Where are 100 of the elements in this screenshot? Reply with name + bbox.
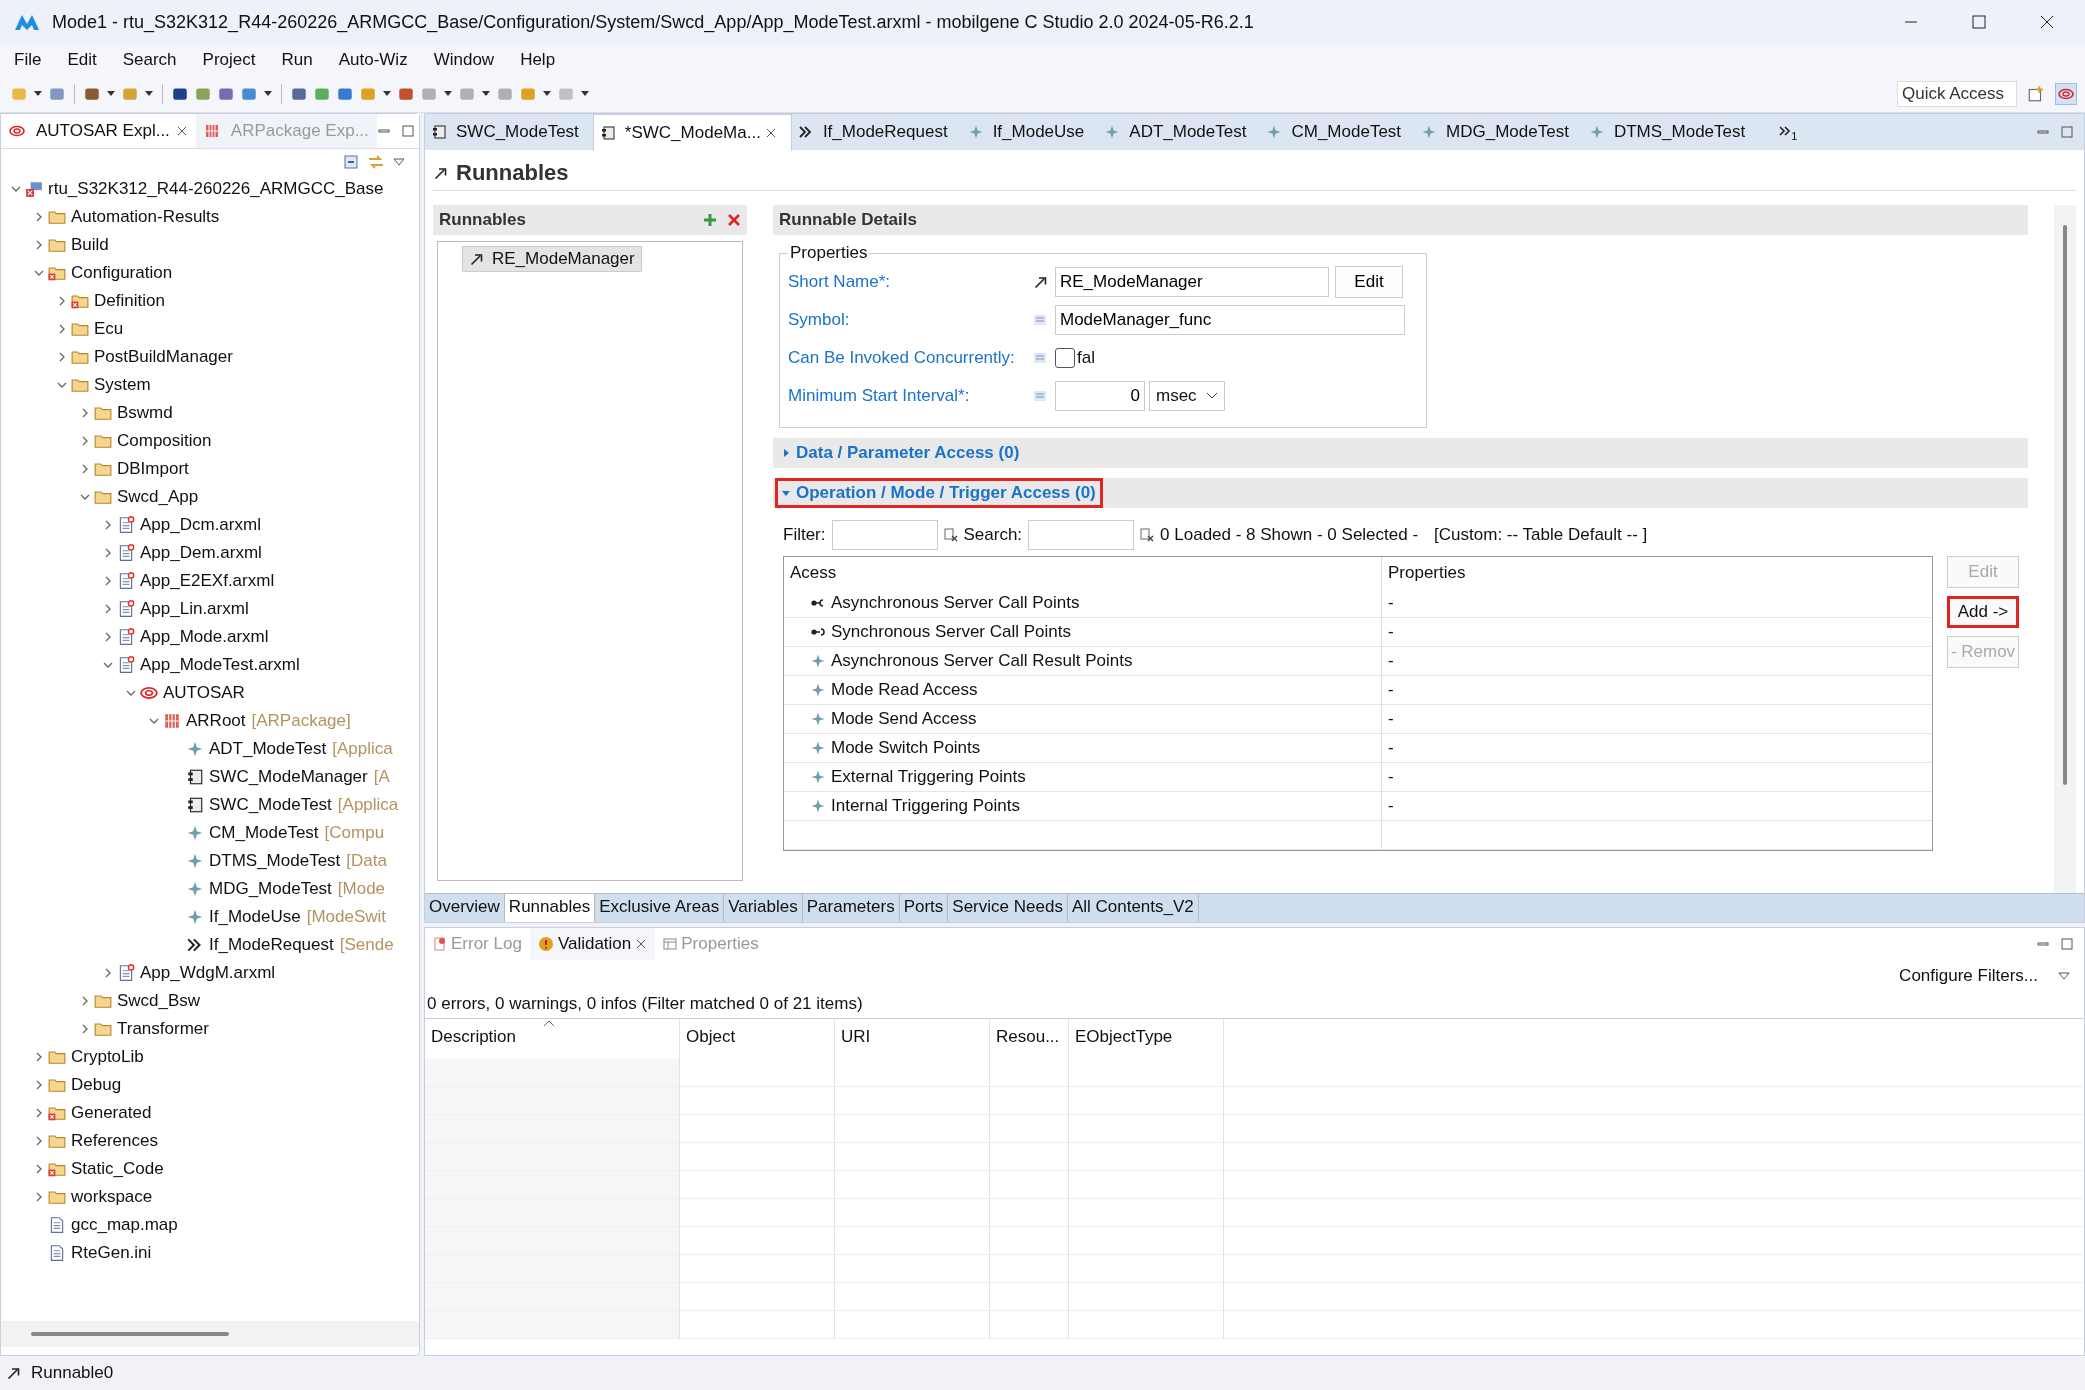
page-tab[interactable]: Ports (899, 894, 949, 922)
tree-item[interactable]: Automation-Results (71, 207, 220, 227)
tree-item[interactable]: Swcd_App (117, 487, 199, 507)
tree-item[interactable]: ARRoot (186, 711, 246, 731)
tree-item[interactable]: App_E2EXf.arxml (140, 571, 275, 591)
tree-item[interactable]: App_WdgM.arxml (140, 963, 276, 983)
close-icon[interactable] (2039, 14, 2055, 30)
filter-field[interactable] (831, 520, 938, 550)
editor-tab[interactable]: If_ModeRequest (791, 114, 962, 150)
caret-icon[interactable] (481, 90, 491, 98)
unit-dropdown[interactable]: msec (1149, 381, 1225, 411)
quick-access-field[interactable]: Quick Access (1897, 81, 2017, 107)
runnable-item[interactable]: RE_ModeManager (462, 246, 642, 272)
column-header[interactable]: Description (425, 1019, 680, 1059)
tree-item[interactable]: Transformer (117, 1019, 209, 1039)
editor-tab[interactable]: CM_ModeTest (1260, 114, 1416, 150)
caret-icon[interactable] (144, 90, 154, 98)
menu-item[interactable]: Project (202, 50, 256, 70)
view-menu-icon[interactable] (393, 157, 405, 167)
caret-icon[interactable] (580, 90, 590, 98)
clear-icon[interactable] (1140, 528, 1155, 542)
menu-item[interactable]: Search (122, 50, 177, 70)
menu-item[interactable]: Auto-Wiz (338, 50, 408, 70)
open-perspective-icon[interactable] (2027, 85, 2045, 103)
perspective-icon[interactable] (2055, 83, 2077, 105)
tree-item[interactable]: Composition (117, 431, 212, 451)
view-menu-icon[interactable] (2058, 971, 2070, 981)
close-icon[interactable] (175, 125, 188, 137)
column-header[interactable]: EObjectType (1069, 1019, 1224, 1059)
tree-item[interactable]: ADT_ModeTest (209, 739, 327, 759)
menu-item[interactable]: Window (433, 50, 495, 70)
menu-item[interactable]: Edit (67, 50, 97, 70)
tree-item[interactable]: If_ModeUse (209, 907, 301, 927)
page-tab[interactable]: Exclusive Areas (595, 894, 725, 922)
search-field[interactable] (1028, 520, 1135, 550)
page-tab[interactable]: Overview (425, 894, 505, 922)
delete-icon[interactable] (727, 213, 741, 227)
edit-button[interactable]: Edit (1335, 266, 1403, 298)
action-button[interactable]: Add -> (1947, 596, 2019, 628)
checkbox[interactable] (1055, 348, 1075, 368)
editor-tab[interactable]: DTMS_ModeTest (1582, 114, 1760, 150)
editor-tab[interactable]: ADT_ModeTest (1098, 114, 1261, 150)
field-label[interactable]: Can Be Invoked Concurrently: (788, 348, 1033, 368)
tree-item[interactable]: App_Dcm.arxml (140, 515, 261, 535)
field-label[interactable]: Short Name*: (788, 272, 1033, 292)
view-tab[interactable]: Validation (529, 928, 656, 960)
tree-item[interactable]: SWC_ModeTest (209, 795, 332, 815)
text-field[interactable]: RE_ModeManager (1055, 267, 1329, 297)
number-field[interactable]: 0 (1055, 381, 1145, 411)
clear-icon[interactable] (943, 528, 958, 542)
tree-item[interactable]: App_Lin.arxml (140, 599, 249, 619)
caret-icon[interactable] (443, 90, 453, 98)
caret-icon[interactable] (263, 90, 273, 98)
tree-item[interactable]: Debug (71, 1075, 122, 1095)
tree-item[interactable]: DTMS_ModeTest (209, 851, 341, 871)
field-label[interactable]: Symbol: (788, 310, 1033, 330)
tree-item[interactable]: Configuration (71, 263, 173, 283)
editor-tab[interactable]: MDG_ModeTest (1415, 114, 1583, 150)
column-header[interactable]: Resou... (990, 1019, 1069, 1059)
page-tab[interactable]: Service Needs (948, 894, 1068, 922)
tree-item[interactable]: workspace (71, 1187, 153, 1207)
close-icon[interactable] (764, 126, 777, 139)
hidden-tab-count[interactable]: 1 (1791, 130, 1798, 143)
maximize-icon[interactable] (1971, 14, 1987, 30)
field-label[interactable]: Minimum Start Interval*: (788, 386, 1033, 406)
column-header[interactable]: Properties (1382, 557, 1932, 589)
menu-item[interactable]: Run (281, 50, 313, 70)
section-toggle[interactable]: Operation / Mode / Trigger Access (0) (775, 478, 1103, 508)
tree-item[interactable]: Build (71, 235, 109, 255)
tree-item[interactable]: Ecu (94, 319, 124, 339)
column-header[interactable]: URI (835, 1019, 990, 1059)
editor-tab[interactable]: SWC_ModeTest (425, 114, 593, 150)
tree-item[interactable]: System (94, 375, 151, 395)
scrollbar-thumb[interactable] (2063, 225, 2067, 785)
tree-item[interactable]: AUTOSAR (163, 683, 245, 703)
add-icon[interactable] (703, 213, 717, 227)
caret-icon[interactable] (542, 90, 552, 98)
tree-item[interactable]: App_ModeTest.arxml (140, 655, 300, 675)
caret-icon[interactable] (33, 90, 43, 98)
tree-item[interactable]: CM_ModeTest (209, 823, 319, 843)
column-header[interactable]: Acess (784, 557, 1382, 589)
tree-item[interactable]: If_ModeRequest (209, 935, 334, 955)
tree-item[interactable]: Bswmd (117, 403, 173, 423)
caret-icon[interactable] (382, 90, 392, 98)
tree-item[interactable]: MDG_ModeTest (209, 879, 332, 899)
text-field[interactable]: ModeManager_func (1055, 305, 1405, 335)
tree-item[interactable]: Swcd_Bsw (117, 991, 201, 1011)
tree-item[interactable]: rtu_S32K312_R44-260226_ARMGCC_Base (48, 179, 384, 199)
menu-item[interactable]: File (14, 50, 42, 70)
page-tab[interactable]: Runnables (504, 894, 596, 922)
scrollbar-thumb[interactable] (31, 1332, 229, 1336)
tree-item[interactable]: RteGen.ini (71, 1243, 152, 1263)
tree-item[interactable]: PostBuildManager (94, 347, 233, 367)
menu-item[interactable]: Help (520, 50, 556, 70)
page-tab[interactable]: All Contents_V2 (1067, 894, 1199, 922)
tree-item[interactable]: SWC_ModeManager (209, 767, 368, 787)
editor-tab[interactable]: *SWC_ModeMa... (592, 113, 792, 151)
caret-icon[interactable] (106, 90, 116, 98)
configure-filters-link[interactable]: Configure Filters... (1899, 966, 2038, 986)
page-tab[interactable]: Parameters (802, 894, 900, 922)
